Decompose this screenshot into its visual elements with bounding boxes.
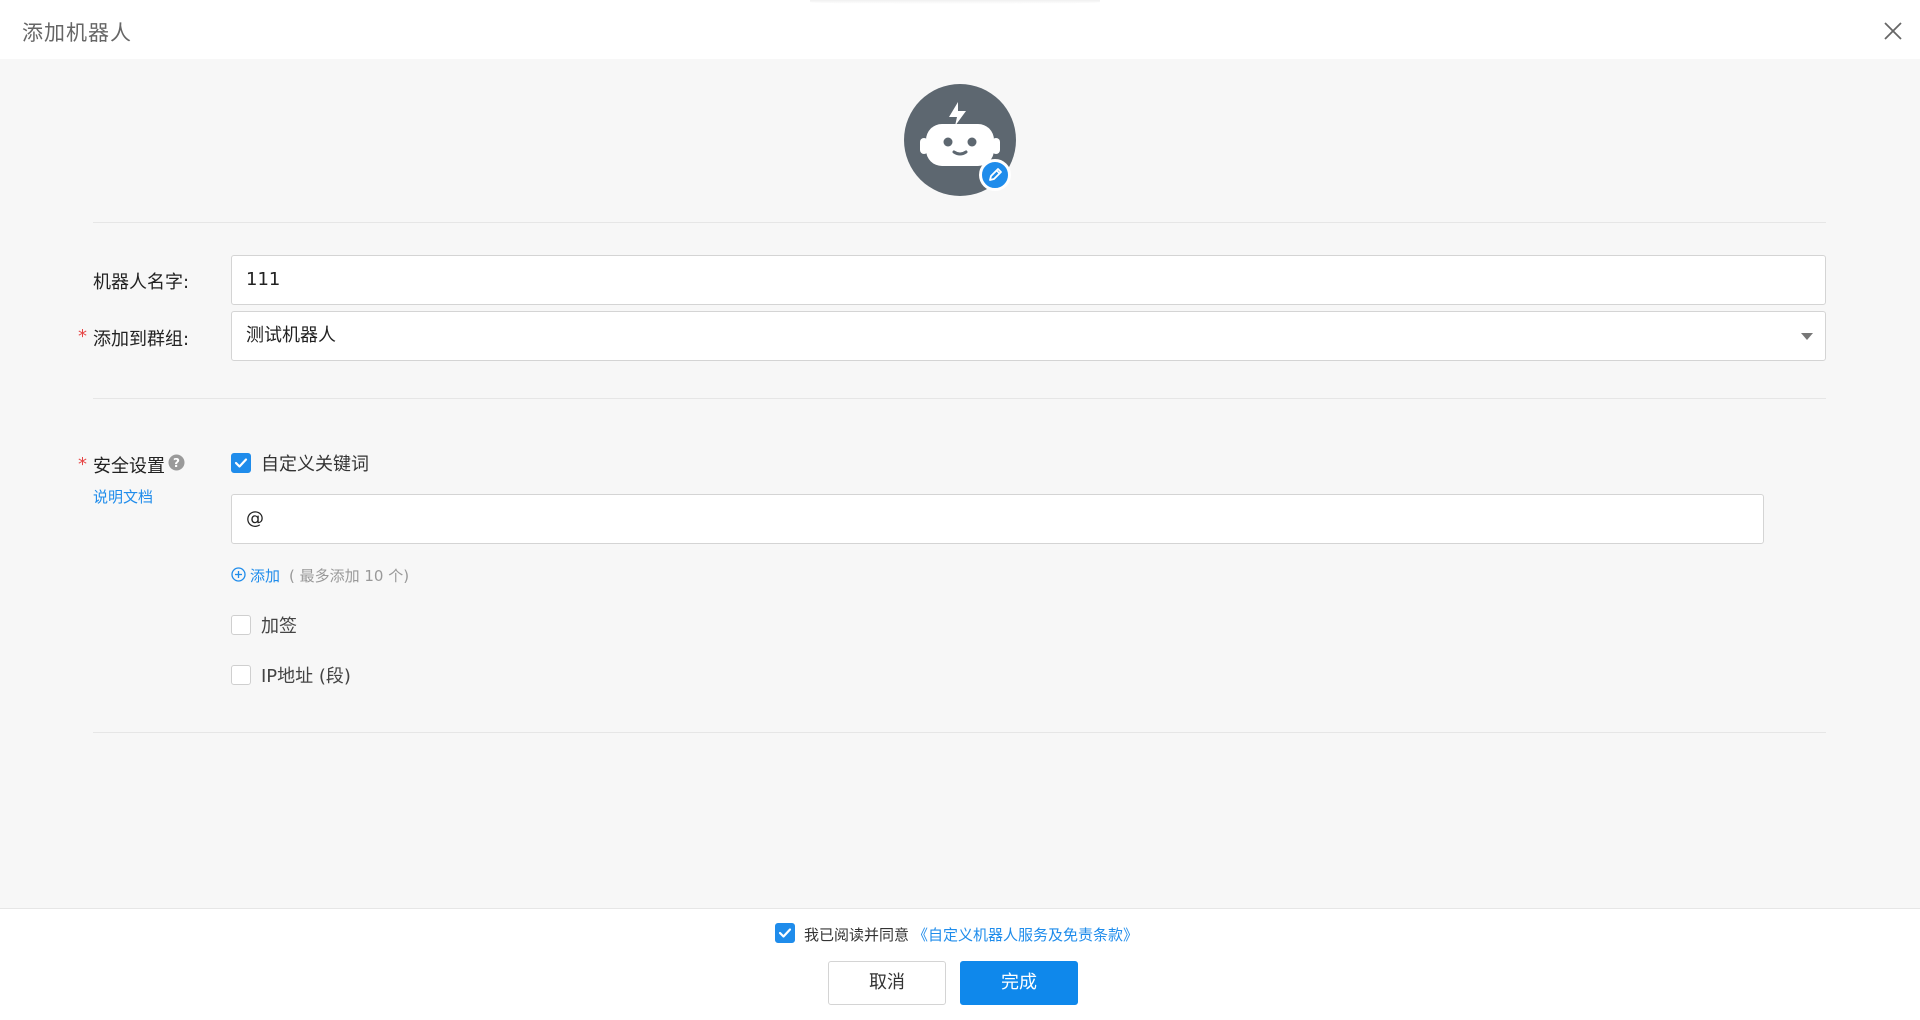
- agree-checkbox[interactable]: [775, 923, 795, 943]
- keyword-input[interactable]: @: [231, 494, 1764, 544]
- doc-link[interactable]: 说明文档: [93, 486, 153, 507]
- add-keyword-hint: ( 最多添加 10 个): [289, 567, 410, 585]
- cancel-button[interactable]: 取消: [828, 961, 946, 1005]
- close-icon[interactable]: [1882, 20, 1904, 42]
- svg-text:?: ?: [173, 456, 180, 470]
- ip-option-label[interactable]: IP地址 (段): [261, 662, 351, 688]
- ip-checkbox[interactable]: [231, 665, 251, 685]
- required-mark: *: [78, 454, 87, 475]
- name-label: 机器人名字:: [93, 272, 190, 293]
- sign-checkbox[interactable]: [231, 615, 251, 635]
- divider: [93, 732, 1826, 733]
- dialog-header: [0, 0, 1920, 59]
- plus-circle-icon[interactable]: [231, 567, 246, 582]
- avatar[interactable]: [904, 84, 1018, 198]
- keyword-checkbox[interactable]: [231, 453, 251, 473]
- security-label: 安全设置: [93, 456, 165, 477]
- sign-option-label[interactable]: 加签: [261, 612, 297, 638]
- divider: [93, 222, 1826, 223]
- done-button[interactable]: 完成: [960, 961, 1078, 1005]
- group-label: 添加到群组:: [93, 329, 190, 350]
- agree-text: 我已阅读并同意: [804, 926, 910, 944]
- group-select-value: 测试机器人: [246, 325, 336, 346]
- required-mark: *: [78, 326, 87, 347]
- keyword-option-label[interactable]: 自定义关键词: [261, 450, 369, 476]
- question-circle-icon[interactable]: ?: [168, 454, 185, 471]
- robot-name-input[interactable]: 111: [231, 255, 1826, 305]
- add-keyword-button[interactable]: 添加: [250, 565, 280, 586]
- terms-link[interactable]: 《自定义机器人服务及免责条款》: [913, 924, 1138, 945]
- group-select[interactable]: 测试机器人: [231, 311, 1826, 361]
- dialog-title: 添加机器人: [22, 21, 132, 45]
- caret-down-icon: [1801, 333, 1813, 340]
- pencil-icon[interactable]: [979, 159, 1011, 191]
- header-drag-indicator: [810, 0, 1100, 4]
- divider: [93, 398, 1826, 399]
